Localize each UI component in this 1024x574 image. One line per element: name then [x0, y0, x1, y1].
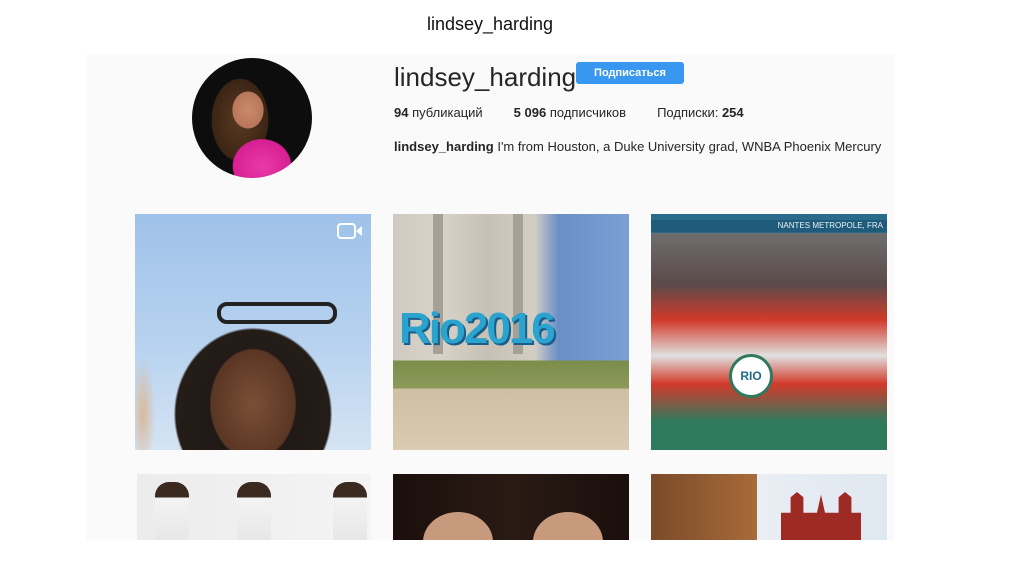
following-count-value: 254 [721, 105, 744, 120]
post-thumbnail-selfie-video[interactable] [135, 214, 371, 450]
following-count[interactable]: Подписки: 254 [657, 105, 744, 120]
post-thumbnail-rio2016-sign[interactable]: Rio2016 [393, 214, 629, 450]
rio2016-sign: Rio2016 [399, 304, 556, 353]
person-figure [237, 482, 271, 540]
person-figure [155, 482, 189, 540]
person-figure [333, 482, 367, 540]
profile-bio: lindsey_harding I'm from Houston, a Duke… [394, 139, 881, 154]
following-count-label: Подписки: [657, 105, 719, 120]
bio-name: lindsey_harding [394, 139, 494, 154]
posts-count-label: публикаций [412, 105, 483, 120]
video-camera-icon [337, 223, 362, 239]
follow-button[interactable]: Подписаться [576, 62, 684, 84]
bio-text: I'm from Houston, a Duke University grad… [497, 139, 882, 154]
posts-count: 94 публикаций [394, 105, 483, 120]
slide-title: lindsey_harding [426, 14, 554, 34]
followers-count[interactable]: 5 096 подписчиков [514, 105, 626, 120]
arena-banner: NANTES METROPOLE, FRA [651, 220, 887, 232]
historic-building-shape [781, 492, 861, 540]
posts-count-value: 94 [394, 105, 409, 120]
post-thumbnail-portraits[interactable] [393, 474, 629, 540]
instagram-profile-screenshot: lindsey_harding Подписаться 94 публикаци… [86, 54, 894, 540]
post-thumbnail-fashion[interactable] [137, 474, 371, 540]
sunglasses-shape [217, 302, 337, 324]
post-thumbnail-team-celebration[interactable]: NANTES METROPOLE, FRA RIO [651, 214, 887, 450]
profile-username: lindsey_harding [394, 62, 577, 92]
post-thumbnail-moscow[interactable] [651, 474, 887, 540]
followers-count-value: 5 096 [513, 105, 547, 120]
face-shape [533, 512, 603, 540]
rio-logo: RIO [729, 354, 773, 398]
profile-avatar[interactable] [192, 58, 312, 178]
followers-count-label: подписчиков [549, 105, 627, 120]
profile-stats: 94 публикаций 5 096 подписчиков Подписки… [394, 105, 775, 120]
face-shape [423, 512, 493, 540]
